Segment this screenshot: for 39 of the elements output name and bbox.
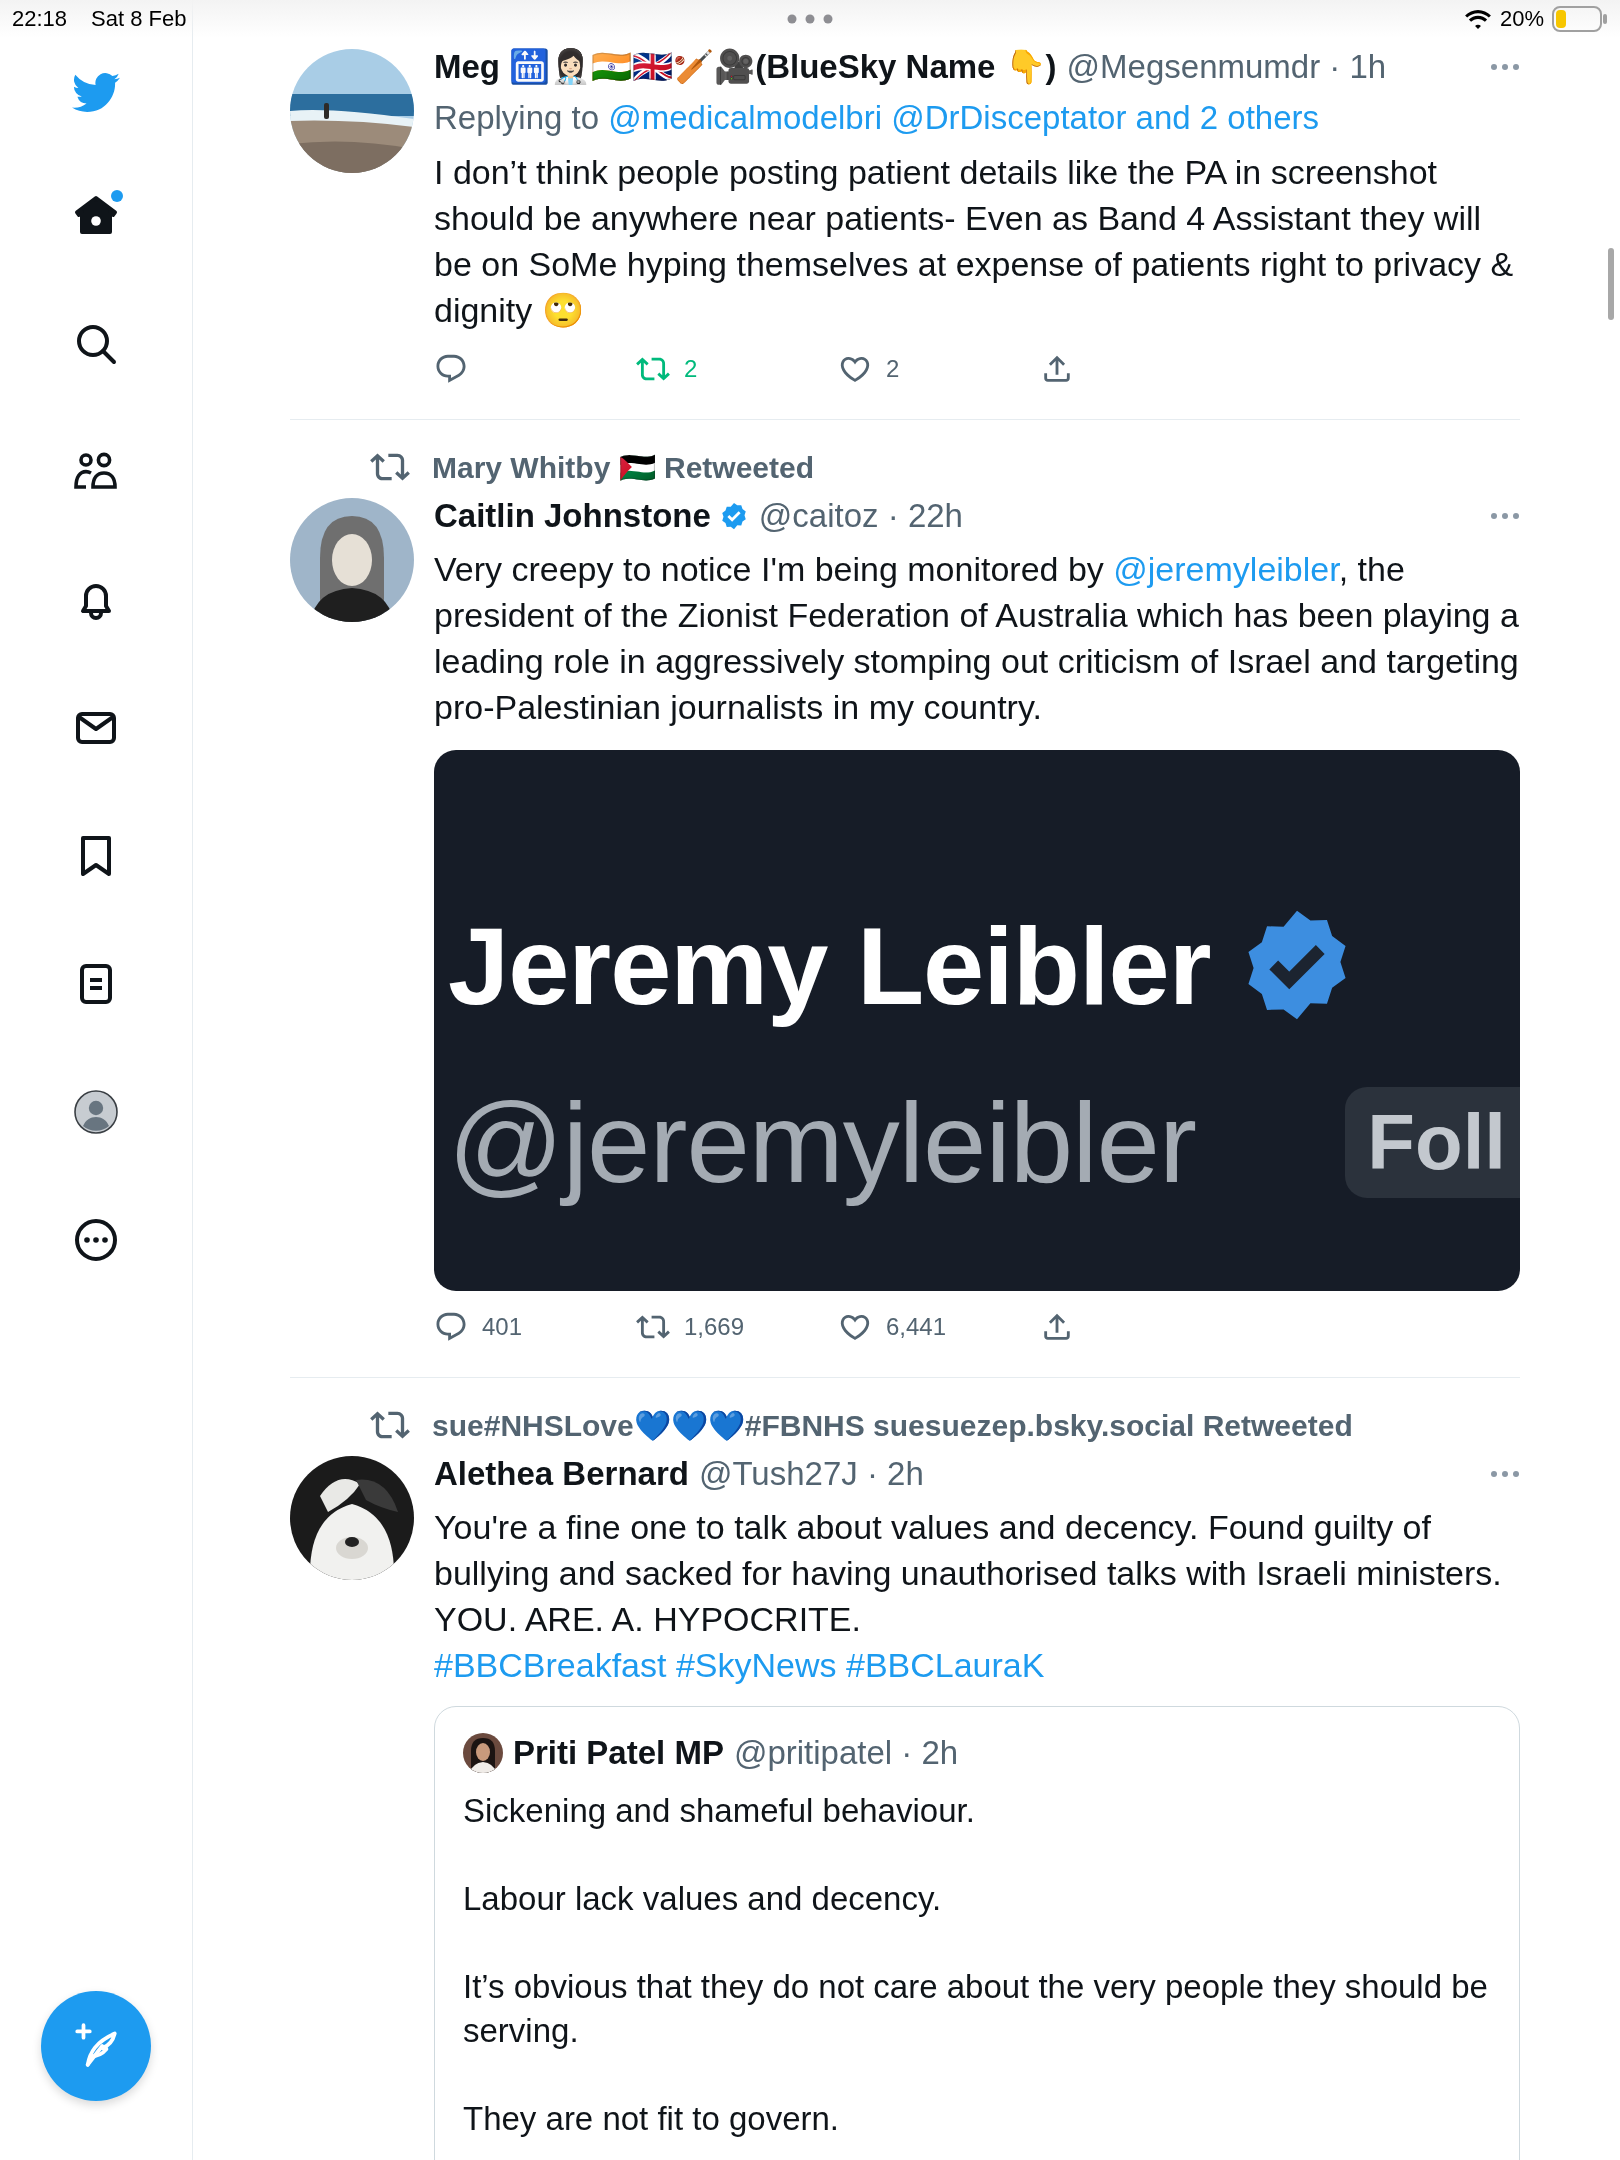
battery-icon xyxy=(1552,6,1608,32)
author-name[interactable]: Alethea Bernard xyxy=(434,1452,689,1496)
quote-text: Labour lack values and decency. xyxy=(463,1879,943,1919)
speech-bubble-icon xyxy=(434,352,468,386)
follow-button: Foll xyxy=(1345,1086,1520,1198)
handle-and-time[interactable]: @pritipatel · 2h xyxy=(733,1734,959,1772)
author-name[interactable]: Meg 🛗👩🏻‍⚕🇮🇳🇬🇧🏏🎥(BlueSky Name 👇) xyxy=(434,45,1057,89)
tweet-text: I don’t think people posting patient details like the PA in screenshot should be anywhere near patients- Even as Band 4 Assistant they will be on SoMe hyping themselves at expense of patients right to privacy & dignity 🙄 xyxy=(434,152,1515,331)
like-button[interactable]: 2 xyxy=(838,352,1040,386)
more-icon[interactable] xyxy=(72,1216,120,1264)
multitask-dots-icon[interactable] xyxy=(787,14,833,24)
status-date: Sat 8 Feb xyxy=(91,6,187,32)
quote-text: It’s obvious that they do not care about the very people they should be serving. xyxy=(463,1967,1489,2051)
handle-and-time[interactable]: @Megsenmumdr · 1h xyxy=(1066,45,1387,89)
speech-bubble-icon xyxy=(434,1310,468,1344)
like-button[interactable]: 6,441 xyxy=(838,1310,1040,1344)
reply-context: Replying to @medicalmodelbri @DrDisceptator and 2 others xyxy=(434,98,1321,138)
quote-text: Sickening and shameful behaviour. xyxy=(463,1791,976,1831)
retweet-context[interactable]: sue#NHSLove💙💙💙#FBNHS suesuezep.bsky.social Retweeted xyxy=(432,1407,1353,1443)
scrollbar-thumb[interactable] xyxy=(1608,248,1614,320)
handle-and-time[interactable]: @caitoz · 22h xyxy=(758,494,963,538)
screenshot-image[interactable]: Jeremy Leibler @jeremyleibler Foll xyxy=(434,750,1520,1291)
profile-name: Jeremy Leibler xyxy=(448,902,1211,1029)
handle-and-time[interactable]: @Tush27J · 2h xyxy=(698,1452,924,1496)
compose-button[interactable] xyxy=(41,1991,151,2101)
tweet-text: Very creepy to notice I'm being monitored by @jeremyleibler, the president of the Zionist Federation of Australia which has been playing a leading role in aggressively stomping out criticism of Israel and targeting pro-Palestinian journalists in my country. xyxy=(434,549,1520,728)
author-name[interactable]: Caitlin Johnstone xyxy=(434,494,711,538)
battery-percent: 20% xyxy=(1499,6,1544,32)
avatar-icon[interactable] xyxy=(72,1088,120,1136)
tweet-text: You're a fine one to talk about values and decency. Found guilty of bullying and sacked for having unauthorised talks with Israeli ministers. YOU. ARE. A. HYPOCRITE. xyxy=(434,1507,1503,1640)
wifi-icon xyxy=(1463,8,1492,30)
reply-button[interactable]: 401 xyxy=(434,1310,636,1344)
profile-handle: @jeremyleibler xyxy=(448,1077,1196,1208)
retweet-button[interactable]: 1,669 xyxy=(636,1310,838,1344)
retweet-context[interactable]: Mary Whitby 🇵🇸 Retweeted xyxy=(432,449,815,485)
status-time: 22:18 xyxy=(12,6,68,32)
quoted-tweet[interactable] xyxy=(434,1706,1520,2160)
author-name[interactable]: Priti Patel MP xyxy=(513,1734,724,1772)
quote-text: They are not fit to govern. xyxy=(463,2099,841,2139)
